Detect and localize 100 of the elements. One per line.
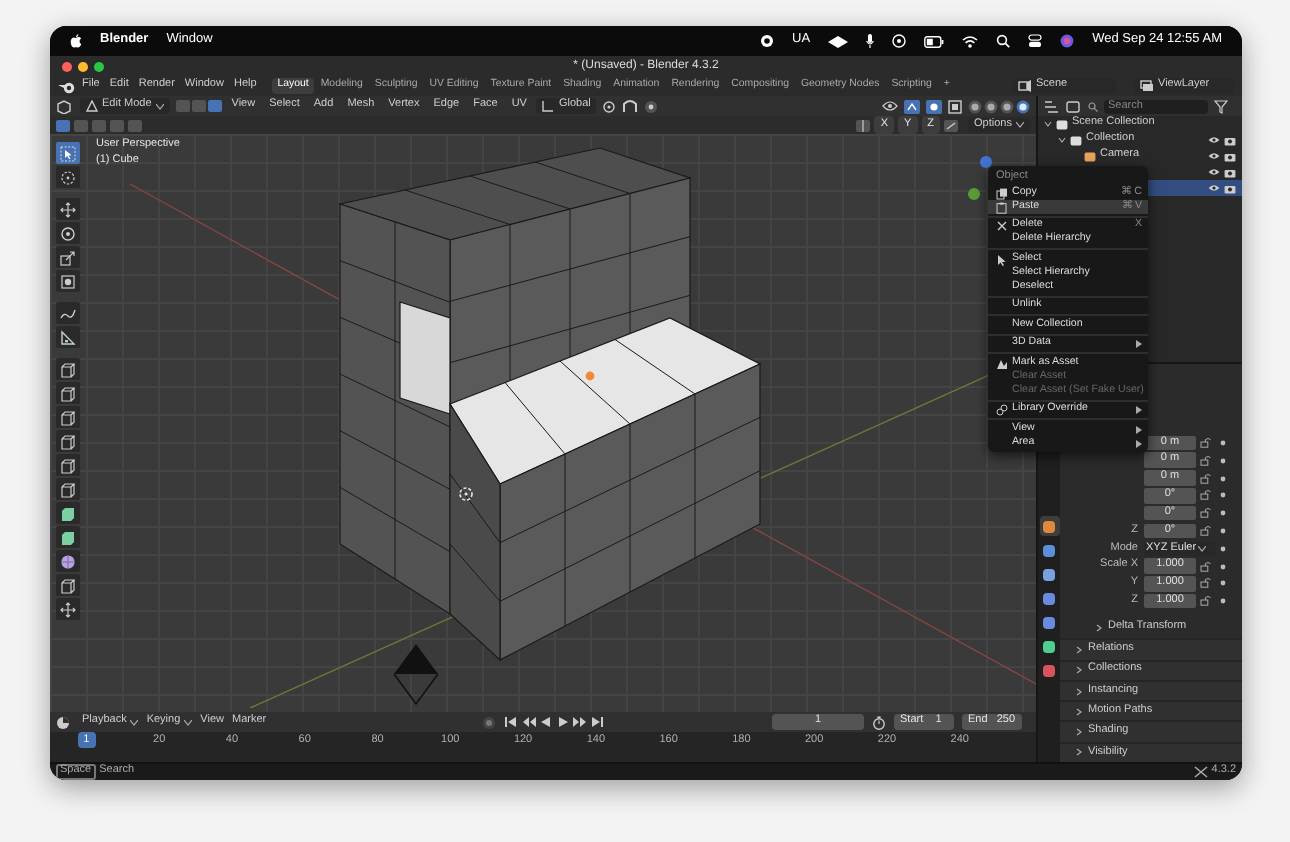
shading-button[interactable] [1016,99,1030,113]
keyframe-dot-icon[interactable] [1220,475,1226,482]
proportional-edit-icon[interactable] [644,99,659,113]
jump-start-icon[interactable] [504,716,519,728]
tool-button[interactable] [56,382,80,404]
caret-icon [184,719,193,725]
tool-button[interactable] [56,142,80,164]
selection-mode-button[interactable] [56,119,70,131]
keyframe-dot-icon[interactable] [1220,598,1226,605]
tool-button[interactable] [56,526,80,548]
tool-button[interactable] [56,166,80,188]
snap-icon[interactable] [622,99,639,113]
display-mode-icon[interactable] [1066,99,1082,113]
pivot-icon[interactable] [602,99,617,113]
tool-button[interactable] [56,430,80,452]
eye-icon[interactable] [1208,184,1220,192]
eye-icon[interactable] [1208,168,1220,176]
eye-icon[interactable] [1208,152,1220,160]
close-button[interactable] [62,61,72,71]
face-select-button[interactable] [207,100,222,112]
rotate-icon [60,225,76,241]
tool-button[interactable] [56,406,80,428]
lock-icon[interactable] [1200,473,1212,484]
wifi-icon[interactable] [962,35,979,47]
cube-icon [60,481,76,497]
eye-icon[interactable] [1208,136,1220,144]
crosshair-icon [60,169,76,185]
sphere-icon [60,553,76,569]
tool-button[interactable] [56,598,80,620]
blender-logo-icon[interactable] [58,79,76,93]
previous-keyframe-icon[interactable] [521,716,536,728]
jump-end-icon[interactable] [589,716,604,728]
keyframe-dot-icon[interactable] [1220,492,1226,499]
tool-button[interactable] [56,222,80,244]
microphone-icon[interactable] [866,34,875,48]
keyframe-dot-icon[interactable] [1220,457,1226,464]
mesh-drawing[interactable] [337,147,762,662]
lock-icon[interactable] [1200,508,1212,519]
toggles-icon[interactable] [1028,34,1043,48]
target-icon[interactable] [892,34,907,48]
navigation-gizmo-icon[interactable] [968,156,992,200]
next-keyframe-icon[interactable] [572,716,587,728]
stopwatch-icon[interactable] [872,715,886,729]
overlay-toggle-icon[interactable] [926,99,942,113]
keyframe-dot-icon[interactable] [1220,439,1226,446]
lock-icon[interactable] [1200,525,1212,536]
shading-button[interactable] [984,99,998,113]
keyframe-dot-icon[interactable] [1220,510,1226,517]
mesh-options-icon[interactable] [944,119,959,131]
tool-button[interactable] [56,302,80,324]
lock-icon[interactable] [1200,490,1212,501]
play-icon[interactable] [555,716,570,728]
shading-button[interactable] [968,99,982,113]
diamond-icon[interactable] [828,35,849,47]
keyframe-dot-icon[interactable] [1220,545,1226,552]
keyframe-dot-icon[interactable] [1220,563,1226,570]
tool-button[interactable] [56,502,80,524]
camera-icon[interactable] [1224,135,1236,145]
camera-icon[interactable] [1224,167,1236,177]
editor-type-icon[interactable] [56,715,74,729]
gizmo-toggle-icon[interactable] [904,99,920,113]
transform-icon [60,273,76,289]
tool-button[interactable] [56,246,80,268]
tool-button[interactable] [56,454,80,476]
filter-icon[interactable] [1214,99,1228,113]
tool-button[interactable] [56,478,80,500]
tool-button[interactable] [56,198,80,220]
lock-icon[interactable] [1200,455,1212,466]
lock-icon[interactable] [1200,561,1212,572]
minimize-button[interactable] [78,61,88,71]
search-icon [1088,101,1098,111]
lock-icon[interactable] [1200,437,1212,448]
tool-button[interactable] [56,550,80,572]
tool-button[interactable] [56,270,80,292]
mirror-icon[interactable] [856,119,871,131]
lock-icon[interactable] [1200,596,1212,607]
search-icon[interactable] [996,34,1011,48]
battery-icon[interactable] [924,35,945,47]
tool-button[interactable] [56,326,80,348]
tool-button[interactable] [56,358,80,380]
3d-cursor-icon[interactable] [459,487,473,501]
editor-type-icon[interactable] [1044,99,1060,113]
shading-button[interactable] [1000,99,1014,113]
camera-icon[interactable] [1224,151,1236,161]
keyframe-dot-icon[interactable] [1220,580,1226,587]
tool-button[interactable] [56,574,80,596]
auto-keying-icon[interactable] [482,715,497,729]
lock-icon[interactable] [1200,578,1212,589]
zoom-button[interactable] [94,61,104,71]
scale-icon [60,249,76,265]
assistant-icon[interactable] [1060,34,1075,48]
record-icon[interactable] [760,34,775,48]
visibility-icon[interactable] [882,100,898,112]
play-reverse-icon[interactable] [538,716,553,728]
keyframe-dot-icon[interactable] [1220,527,1226,534]
editor-type-icon[interactable] [56,99,74,113]
xray-icon[interactable] [948,99,962,113]
paste-icon [996,201,1008,213]
close-icon [996,220,1008,232]
camera-icon[interactable] [1224,183,1236,193]
